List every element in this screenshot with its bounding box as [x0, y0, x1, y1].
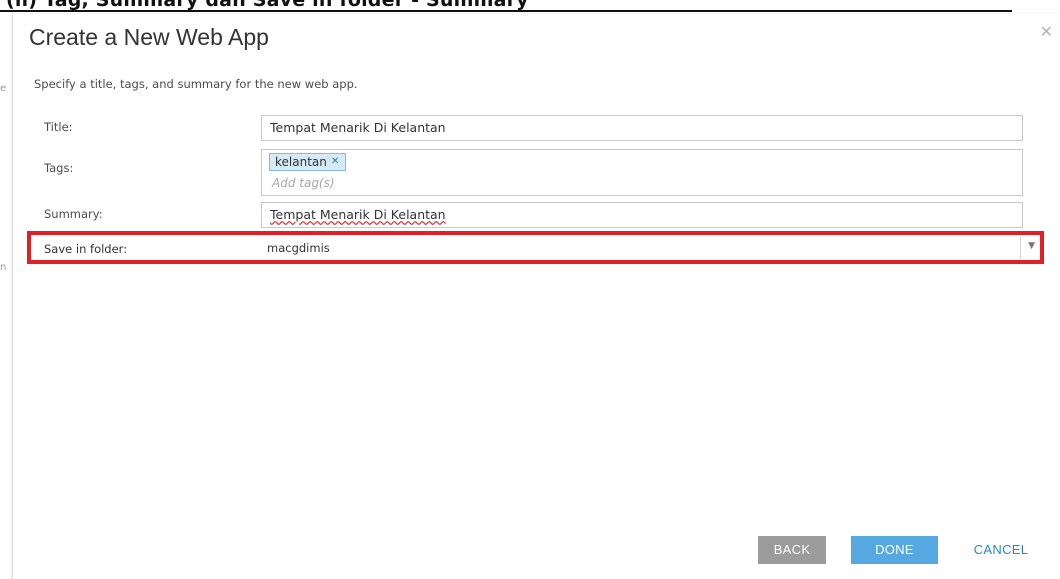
- background-heading-strip: (ii) Tag, Summary dan Save in folder - S…: [0, 0, 1060, 12]
- summary-input[interactable]: Tempat Menarik Di Kelantan: [261, 202, 1023, 228]
- remove-tag-icon[interactable]: ✕: [331, 154, 339, 170]
- folder-selected-value: macgdimis: [267, 241, 330, 255]
- title-label: Title:: [44, 120, 73, 134]
- folder-select-divider: [1020, 237, 1021, 259]
- background-edge-glyph: e: [0, 83, 7, 94]
- cancel-button[interactable]: CANCEL: [961, 536, 1041, 564]
- title-input[interactable]: Tempat Menarik Di Kelantan: [261, 115, 1023, 141]
- save-in-folder-highlight: Save in folder: macgdimis ▼: [27, 231, 1044, 264]
- background-heading-underline: [0, 10, 1012, 12]
- background-edge-glyph: n: [0, 262, 7, 273]
- tags-input[interactable]: kelantan ✕ Add tag(s): [261, 149, 1023, 196]
- dialog-description: Specify a title, tags, and summary for t…: [34, 77, 358, 91]
- create-web-app-dialog: Create a New Web App ✕ Specify a title, …: [12, 14, 1060, 579]
- tag-chip-label: kelantan: [275, 155, 327, 169]
- folder-select[interactable]: macgdimis ▼: [261, 236, 1039, 260]
- tags-placeholder: Add tag(s): [272, 176, 335, 190]
- folder-label: Save in folder:: [44, 242, 128, 256]
- summary-value: Tempat Menarik Di Kelantan: [270, 207, 446, 222]
- page: (ii) Tag, Summary dan Save in folder - S…: [0, 0, 1060, 579]
- chevron-down-icon[interactable]: ▼: [1028, 241, 1035, 251]
- done-button[interactable]: DONE: [851, 536, 938, 564]
- tag-chip: kelantan ✕: [269, 153, 347, 171]
- close-icon[interactable]: ✕: [1040, 24, 1053, 40]
- tags-label: Tags:: [44, 161, 74, 175]
- dialog-title: Create a New Web App: [29, 24, 269, 50]
- summary-label: Summary:: [44, 207, 103, 221]
- back-button[interactable]: BACK: [758, 536, 826, 564]
